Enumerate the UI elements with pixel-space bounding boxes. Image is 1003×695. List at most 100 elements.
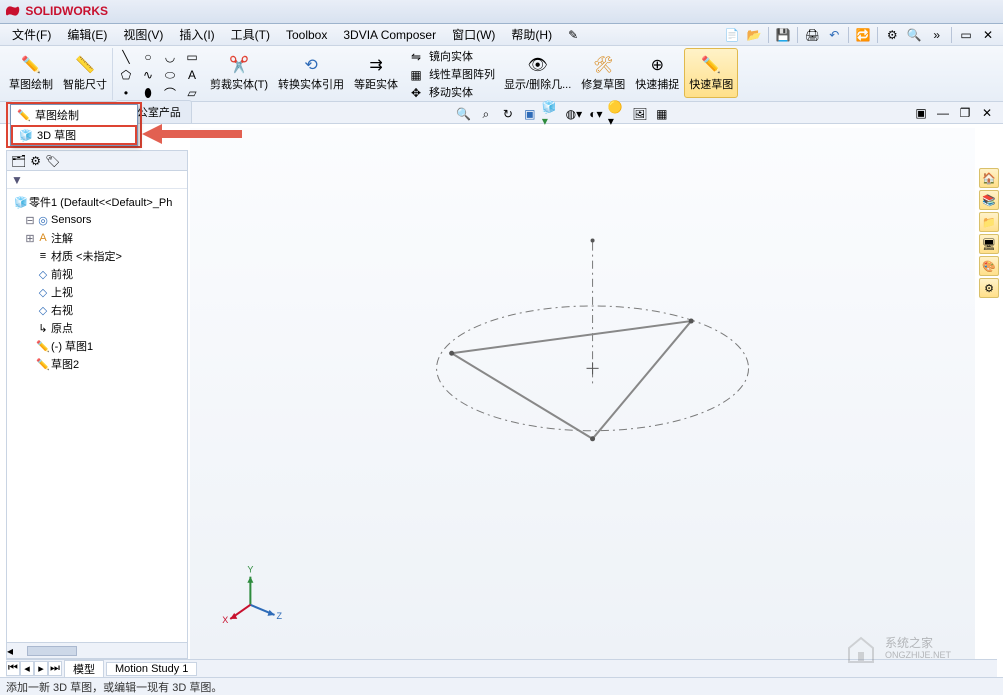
nav-last-icon[interactable]: ⏭: [48, 661, 62, 676]
graphics-canvas[interactable]: Y Z X: [190, 128, 975, 659]
tree-horizontal-scrollbar[interactable]: ◂: [7, 642, 187, 658]
origin-icon: ↳: [35, 322, 51, 335]
ribbon-linear-label[interactable]: 线性草图阵列: [429, 66, 495, 84]
ellipse-icon[interactable]: ⬭: [161, 66, 179, 84]
status-bar: 添加一新 3D 草图，或编辑一现有 3D 草图。: [0, 677, 1003, 695]
ribbon-move-label[interactable]: 移动实体: [429, 84, 473, 102]
bottom-tab-motion[interactable]: Motion Study 1: [106, 662, 197, 676]
tree-tab2-icon[interactable]: ⚙: [30, 154, 41, 168]
ribbon-convert-button[interactable]: ⟲ 转换实体引用: [273, 48, 349, 98]
doc-minimize-icon[interactable]: —: [933, 104, 953, 122]
render-icon[interactable]: ▦: [652, 105, 672, 123]
taskpane-explorer-button[interactable]: 📁: [979, 212, 999, 232]
linear-pattern-icon[interactable]: ▦: [407, 66, 425, 84]
qat-open-button[interactable]: 📂: [744, 26, 764, 44]
tree-tab3-icon[interactable]: 🏷: [45, 154, 60, 168]
arc-icon[interactable]: ◡: [161, 48, 179, 66]
tree-sketch1[interactable]: ✏️(-) 草图1: [9, 337, 185, 355]
menu-toolbox[interactable]: Toolbox: [278, 28, 335, 42]
qat-options-button[interactable]: ⚙: [882, 26, 902, 44]
menu-view[interactable]: 视图(V): [115, 26, 171, 43]
eye-icon: 👁: [528, 54, 548, 76]
qat-save-button[interactable]: 💾: [773, 26, 793, 44]
zoom-window-icon[interactable]: ⌕: [476, 105, 496, 123]
menu-edit[interactable]: 编辑(E): [59, 26, 115, 43]
line-icon[interactable]: ╲: [117, 48, 135, 66]
taskpane-resources-button[interactable]: 🏠: [979, 168, 999, 188]
menu-tools[interactable]: 工具(T): [223, 26, 278, 43]
menu-composer[interactable]: 3DVIA Composer: [335, 28, 444, 42]
zoom-fit-icon[interactable]: 🔍: [454, 105, 474, 123]
menu-insert[interactable]: 插入(I): [171, 26, 222, 43]
display-style-icon[interactable]: ◍▾: [564, 105, 584, 123]
view-orientation-icon[interactable]: 🧊▾: [542, 105, 562, 123]
polygon-icon[interactable]: ⬠: [117, 66, 135, 84]
tree-right-label: 右视: [51, 302, 73, 318]
ribbon-rapidsketch-button[interactable]: ✏️ 快速草图: [684, 48, 738, 98]
hide-show-icon[interactable]: ◐▾: [586, 105, 606, 123]
qat-undo-button[interactable]: ↶: [824, 26, 844, 44]
ribbon-mirror-label[interactable]: 镜向实体: [429, 48, 473, 66]
dropdown-item-3dsketch[interactable]: 🧊 3D 草图: [11, 125, 137, 145]
tree-tab1-icon[interactable]: 🗂: [11, 154, 26, 168]
doc-restore-icon[interactable]: ❐: [955, 104, 975, 122]
text-icon[interactable]: A: [183, 66, 201, 84]
tree-material[interactable]: ≡材质 <未指定>: [9, 247, 185, 265]
tree-origin[interactable]: ↳原点: [9, 319, 185, 337]
menu-window[interactable]: 窗口(W): [444, 26, 503, 43]
qat-print-button[interactable]: 🖨: [802, 26, 822, 44]
rotate-icon[interactable]: ↻: [498, 105, 518, 123]
doc-fullscreen-icon[interactable]: ▣: [911, 104, 931, 122]
taskpane-custom-button[interactable]: ⚙: [979, 278, 999, 298]
section-icon[interactable]: ▣: [520, 105, 540, 123]
taskpane-view-button[interactable]: 🖥: [979, 234, 999, 254]
qat-more[interactable]: »: [925, 28, 948, 42]
tree-right[interactable]: ◇右视: [9, 301, 185, 319]
snap-icon: ⊕: [651, 54, 664, 76]
scroll-left-icon[interactable]: ◂: [7, 644, 13, 658]
offset-icon: ⇉: [369, 54, 382, 76]
title-bar: SOLIDWORKS: [0, 0, 1003, 24]
menu-file[interactable]: 文件(F): [4, 26, 59, 43]
ribbon-smartdim-button[interactable]: 📏 智能尺寸: [58, 48, 112, 98]
help-icon[interactable]: ✎: [560, 28, 586, 42]
tree-front[interactable]: ◇前视: [9, 265, 185, 283]
mirror-icon[interactable]: ⇋: [407, 48, 425, 66]
tree-annotations[interactable]: ⊞A注解: [9, 229, 185, 247]
ribbon-sketch-button[interactable]: ✏️ 草图绘制: [4, 48, 58, 98]
tree-sensors[interactable]: ⊟◎Sensors: [9, 211, 185, 229]
bottom-tab-model[interactable]: 模型: [64, 660, 104, 678]
task-pane-stack: 🏠 📚 📁 🖥 🎨 ⚙: [979, 168, 999, 298]
menu-help[interactable]: 帮助(H): [503, 26, 560, 43]
window-close-button[interactable]: ✕: [978, 26, 998, 44]
nav-next-icon[interactable]: ▸: [34, 661, 48, 676]
ribbon-repair-button[interactable]: 🛠 修复草图: [576, 48, 630, 98]
nav-prev-icon[interactable]: ◂: [20, 661, 34, 676]
tree-top[interactable]: ◇上视: [9, 283, 185, 301]
taskpane-appearance-button[interactable]: 🎨: [979, 256, 999, 276]
ribbon-display-button[interactable]: 👁 显示/删除几...: [499, 48, 576, 98]
dropdown-item-sketch[interactable]: ✏️ 草图绘制: [11, 105, 137, 125]
spline-icon[interactable]: ∿: [139, 66, 157, 84]
tree-sketch2[interactable]: ✏️草图2: [9, 355, 185, 373]
plane-icon: ◇: [35, 286, 51, 299]
move-icon[interactable]: ✥: [407, 84, 425, 102]
qat-new-button[interactable]: 📄: [722, 26, 742, 44]
scroll-thumb[interactable]: [27, 646, 77, 656]
circle-icon[interactable]: ○: [139, 48, 157, 66]
appearance-icon[interactable]: 🟡▾: [608, 105, 628, 123]
qat-search-button[interactable]: 🔍: [904, 26, 924, 44]
qat-rebuild-button[interactable]: 🔁: [853, 26, 873, 44]
ribbon-trim-button[interactable]: ✂️ 剪裁实体(T): [205, 48, 273, 98]
ribbon-quickcapture-label: 快速捕捉: [635, 76, 679, 92]
doc-close-icon[interactable]: ✕: [977, 104, 997, 122]
tree-filter-row[interactable]: ▼: [7, 171, 187, 189]
tree-root[interactable]: 🧊零件1 (Default<<Default>_Ph: [9, 193, 185, 211]
window-minimize-button[interactable]: ▭: [956, 26, 976, 44]
nav-first-icon[interactable]: ⏮: [6, 661, 20, 676]
scene-icon[interactable]: 🖼: [630, 105, 650, 123]
rect-icon[interactable]: ▭: [183, 48, 201, 66]
taskpane-library-button[interactable]: 📚: [979, 190, 999, 210]
ribbon-offset-button[interactable]: ⇉ 等距实体: [349, 48, 403, 98]
ribbon-quickcapture-button[interactable]: ⊕ 快速捕捉: [630, 48, 684, 98]
